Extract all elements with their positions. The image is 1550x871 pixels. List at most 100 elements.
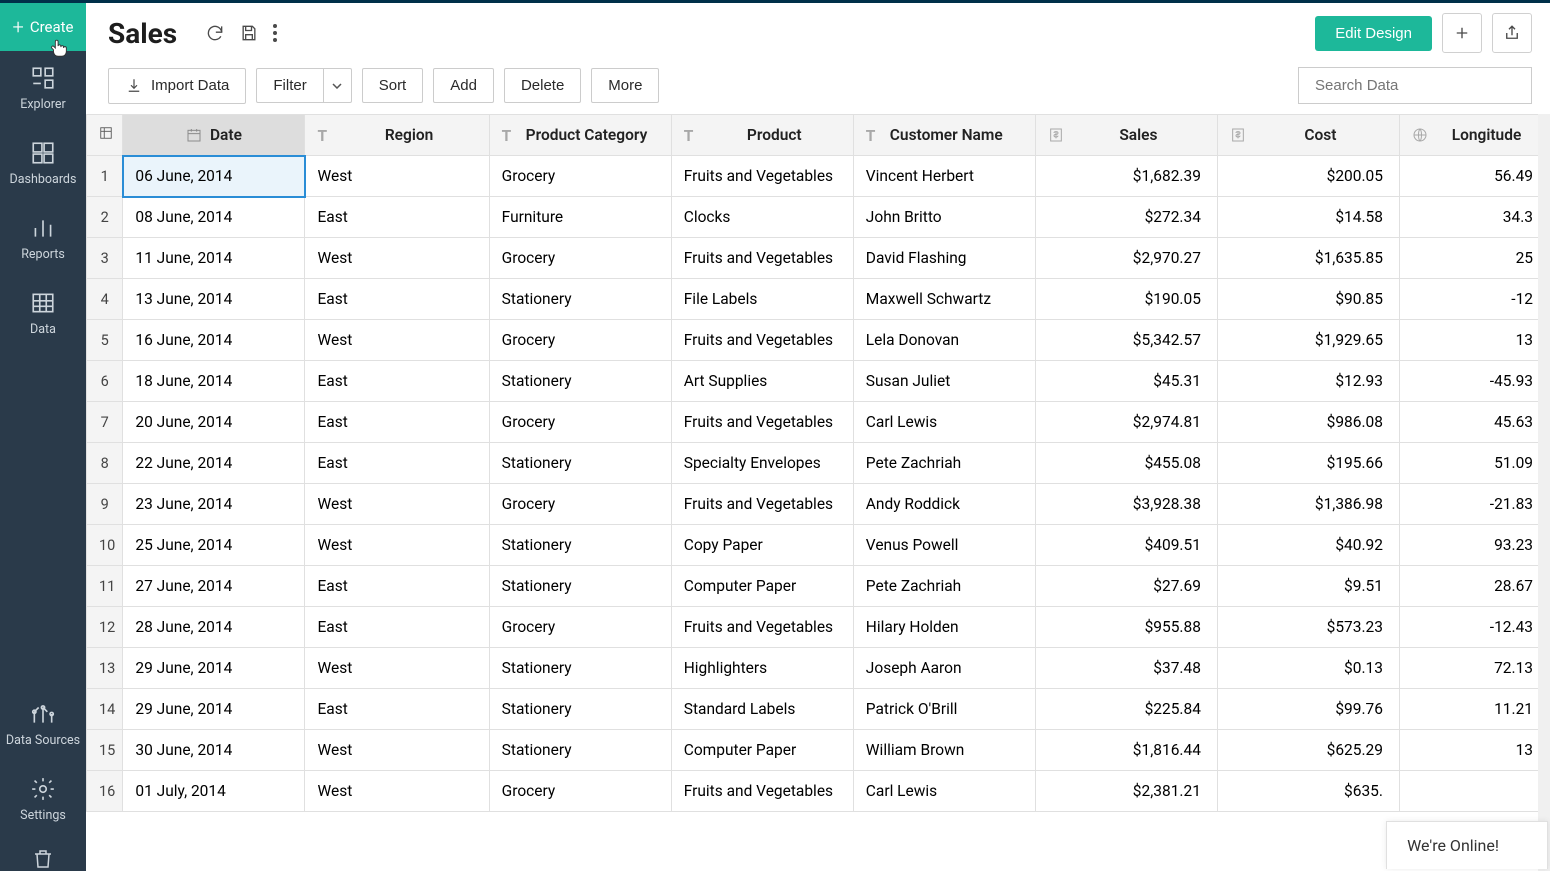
filter-dropdown-caret[interactable] — [324, 68, 352, 103]
cell-region[interactable]: West — [305, 648, 489, 689]
cell-date[interactable]: 25 June, 2014 — [123, 525, 305, 566]
cell-cost[interactable]: $1,635.85 — [1217, 238, 1399, 279]
row-index[interactable]: 16 — [87, 771, 123, 812]
cell-date[interactable]: 30 June, 2014 — [123, 730, 305, 771]
cell-longitude[interactable]: 34.3 — [1399, 197, 1549, 238]
cell-region[interactable]: West — [305, 525, 489, 566]
cell-longitude[interactable]: -12 — [1399, 279, 1549, 320]
cell-product[interactable]: File Labels — [671, 279, 853, 320]
cell-region[interactable]: East — [305, 197, 489, 238]
cell-category[interactable]: Grocery — [489, 484, 671, 525]
cell-customer[interactable]: Joseph Aaron — [853, 648, 1035, 689]
table-row[interactable]: 1127 June, 2014EastStationeryComputer Pa… — [87, 566, 1550, 607]
cell-region[interactable]: West — [305, 730, 489, 771]
table-row[interactable]: 106 June, 2014WestGroceryFruits and Vege… — [87, 156, 1550, 197]
cell-cost[interactable]: $0.13 — [1217, 648, 1399, 689]
row-index[interactable]: 15 — [87, 730, 123, 771]
row-index[interactable]: 14 — [87, 689, 123, 730]
cell-longitude[interactable]: 93.23 — [1399, 525, 1549, 566]
cell-category[interactable]: Stationery — [489, 279, 671, 320]
cell-sales[interactable]: $2,970.27 — [1035, 238, 1217, 279]
row-index[interactable]: 2 — [87, 197, 123, 238]
cell-customer[interactable]: Hilary Holden — [853, 607, 1035, 648]
cell-cost[interactable]: $1,386.98 — [1217, 484, 1399, 525]
cell-category[interactable]: Furniture — [489, 197, 671, 238]
row-index[interactable]: 5 — [87, 320, 123, 361]
cell-product[interactable]: Fruits and Vegetables — [671, 771, 853, 812]
cell-cost[interactable]: $12.93 — [1217, 361, 1399, 402]
cell-cost[interactable]: $40.92 — [1217, 525, 1399, 566]
cell-customer[interactable]: Vincent Herbert — [853, 156, 1035, 197]
sidebar-item-data-sources[interactable]: Data Sources — [0, 687, 86, 762]
create-button[interactable]: + Create — [0, 3, 86, 51]
cell-date[interactable]: 01 July, 2014 — [123, 771, 305, 812]
add-button[interactable] — [1442, 13, 1482, 53]
row-index[interactable]: 8 — [87, 443, 123, 484]
cell-region[interactable]: East — [305, 443, 489, 484]
cell-longitude[interactable]: 45.63 — [1399, 402, 1549, 443]
cell-customer[interactable]: Venus Powell — [853, 525, 1035, 566]
import-data-button[interactable]: Import Data — [108, 68, 246, 104]
cell-customer[interactable]: Andy Roddick — [853, 484, 1035, 525]
cell-category[interactable]: Grocery — [489, 320, 671, 361]
filter-button[interactable]: Filter — [256, 68, 323, 103]
cell-cost[interactable]: $1,929.65 — [1217, 320, 1399, 361]
cell-product[interactable]: Fruits and Vegetables — [671, 607, 853, 648]
col-header-sales[interactable]: Sales — [1035, 115, 1217, 156]
cell-longitude[interactable]: 11.21 — [1399, 689, 1549, 730]
cell-sales[interactable]: $27.69 — [1035, 566, 1217, 607]
cell-category[interactable]: Stationery — [489, 648, 671, 689]
cell-product[interactable]: Fruits and Vegetables — [671, 484, 853, 525]
cell-product[interactable]: Fruits and Vegetables — [671, 320, 853, 361]
cell-date[interactable]: 29 June, 2014 — [123, 648, 305, 689]
cell-sales[interactable]: $272.34 — [1035, 197, 1217, 238]
table-row[interactable]: 1329 June, 2014WestStationeryHighlighter… — [87, 648, 1550, 689]
cell-customer[interactable]: Pete Zachriah — [853, 443, 1035, 484]
sidebar-item-dashboards[interactable]: Dashboards — [0, 126, 86, 201]
cell-category[interactable]: Stationery — [489, 361, 671, 402]
cell-date[interactable]: 22 June, 2014 — [123, 443, 305, 484]
cell-region[interactable]: East — [305, 689, 489, 730]
cell-date[interactable]: 11 June, 2014 — [123, 238, 305, 279]
cell-customer[interactable]: David Flashing — [853, 238, 1035, 279]
cell-customer[interactable]: Susan Juliet — [853, 361, 1035, 402]
cell-region[interactable]: East — [305, 279, 489, 320]
row-index[interactable]: 1 — [87, 156, 123, 197]
cell-longitude[interactable]: 28.67 — [1399, 566, 1549, 607]
cell-cost[interactable]: $573.23 — [1217, 607, 1399, 648]
cell-category[interactable]: Stationery — [489, 443, 671, 484]
cell-sales[interactable]: $190.05 — [1035, 279, 1217, 320]
table-row[interactable]: 822 June, 2014EastStationerySpecialty En… — [87, 443, 1550, 484]
cell-longitude[interactable]: 13 — [1399, 730, 1549, 771]
cell-category[interactable]: Grocery — [489, 402, 671, 443]
cell-sales[interactable]: $2,381.21 — [1035, 771, 1217, 812]
cell-product[interactable]: Fruits and Vegetables — [671, 402, 853, 443]
cell-region[interactable]: West — [305, 320, 489, 361]
cell-category[interactable]: Grocery — [489, 607, 671, 648]
chat-widget[interactable]: We're Online! — [1386, 821, 1548, 869]
col-header-longitude[interactable]: Longitude — [1399, 115, 1549, 156]
delete-button[interactable]: Delete — [504, 68, 581, 103]
cell-customer[interactable]: Carl Lewis — [853, 771, 1035, 812]
sidebar-item-reports[interactable]: Reports — [0, 201, 86, 276]
cell-product[interactable]: Computer Paper — [671, 730, 853, 771]
cell-sales[interactable]: $225.84 — [1035, 689, 1217, 730]
cell-region[interactable]: West — [305, 156, 489, 197]
cell-date[interactable]: 28 June, 2014 — [123, 607, 305, 648]
col-header-date[interactable]: Date — [123, 115, 305, 156]
cell-longitude[interactable]: 72.13 — [1399, 648, 1549, 689]
more-button[interactable]: More — [591, 68, 659, 103]
cell-longitude[interactable]: -21.83 — [1399, 484, 1549, 525]
cell-date[interactable]: 23 June, 2014 — [123, 484, 305, 525]
cell-sales[interactable]: $45.31 — [1035, 361, 1217, 402]
table-row[interactable]: 311 June, 2014WestGroceryFruits and Vege… — [87, 238, 1550, 279]
sort-button[interactable]: Sort — [362, 68, 424, 103]
cell-sales[interactable]: $955.88 — [1035, 607, 1217, 648]
cell-sales[interactable]: $37.48 — [1035, 648, 1217, 689]
cell-customer[interactable]: John Britto — [853, 197, 1035, 238]
col-header-customer[interactable]: TCustomer Name — [853, 115, 1035, 156]
cell-cost[interactable]: $99.76 — [1217, 689, 1399, 730]
sidebar-item-trash[interactable] — [0, 837, 86, 871]
save-icon[interactable] — [239, 23, 259, 43]
cell-sales[interactable]: $3,928.38 — [1035, 484, 1217, 525]
